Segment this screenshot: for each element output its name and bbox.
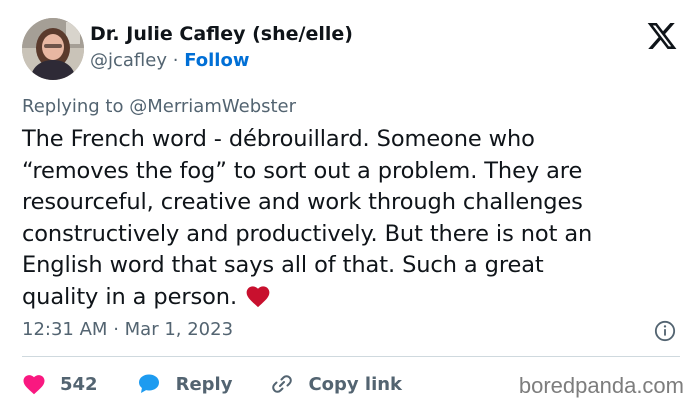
red-heart-emoji-icon — [246, 285, 270, 307]
tweet-header: Dr. Julie Cafley (she/elle) @jcafley · F… — [22, 18, 680, 80]
avatar-image — [22, 18, 84, 80]
info-icon[interactable] — [654, 320, 676, 342]
tweet-line: constructively and productively. But the… — [22, 220, 593, 247]
tweet-line: English word that says all of that. Such… — [22, 252, 544, 278]
action-bar: 542 Reply Copy link — [22, 370, 440, 398]
follow-button[interactable]: Follow — [184, 50, 249, 71]
author-info: Dr. Julie Cafley (she/elle) @jcafley · F… — [90, 22, 353, 73]
tweet-time: 12:31 AM — [22, 319, 108, 340]
reply-target-link[interactable]: @MerriamWebster — [129, 96, 296, 117]
reply-label: Reply — [175, 373, 233, 395]
like-count: 542 — [60, 373, 98, 395]
tweet-line: resourceful, creative and work through c… — [22, 189, 583, 215]
copy-link-label: Copy link — [308, 373, 403, 395]
heart-icon — [23, 375, 45, 395]
like-button[interactable]: 542 — [22, 373, 98, 395]
tweet-card: Dr. Julie Cafley (she/elle) @jcafley · F… — [0, 0, 700, 410]
reply-prefix: Replying to — [22, 96, 124, 117]
reply-bubble-icon — [138, 374, 159, 393]
divider — [22, 356, 680, 357]
tweet-date: Mar 1, 2023 — [124, 319, 234, 340]
tweet-text: The French word - débrouillard. Someone … — [22, 124, 682, 313]
copy-link-button[interactable]: Copy link — [270, 372, 402, 396]
tweet-line: “removes the fog” to sort out a problem.… — [22, 157, 583, 184]
watermark: boredpanda.com — [518, 373, 684, 398]
tweet-line: The French word - débrouillard. Someone … — [22, 126, 535, 152]
timestamp-separator: · — [113, 319, 119, 340]
tweet-line: quality in a person. — [22, 283, 238, 310]
handle[interactable]: @jcafley — [90, 50, 167, 71]
avatar[interactable] — [22, 18, 84, 80]
link-icon — [272, 375, 293, 393]
x-logo-icon[interactable] — [646, 20, 678, 52]
tweet-timestamp[interactable]: 12:31 AM · Mar 1, 2023 — [22, 318, 233, 342]
reply-context: Replying to @MerriamWebster — [22, 95, 296, 119]
handle-separator: · — [172, 50, 179, 71]
reply-button[interactable]: Reply — [136, 372, 233, 396]
tweet-last-line: quality in a person. — [22, 282, 682, 314]
handle-line: @jcafley · Follow — [90, 49, 353, 73]
display-name[interactable]: Dr. Julie Cafley (she/elle) — [90, 22, 353, 46]
